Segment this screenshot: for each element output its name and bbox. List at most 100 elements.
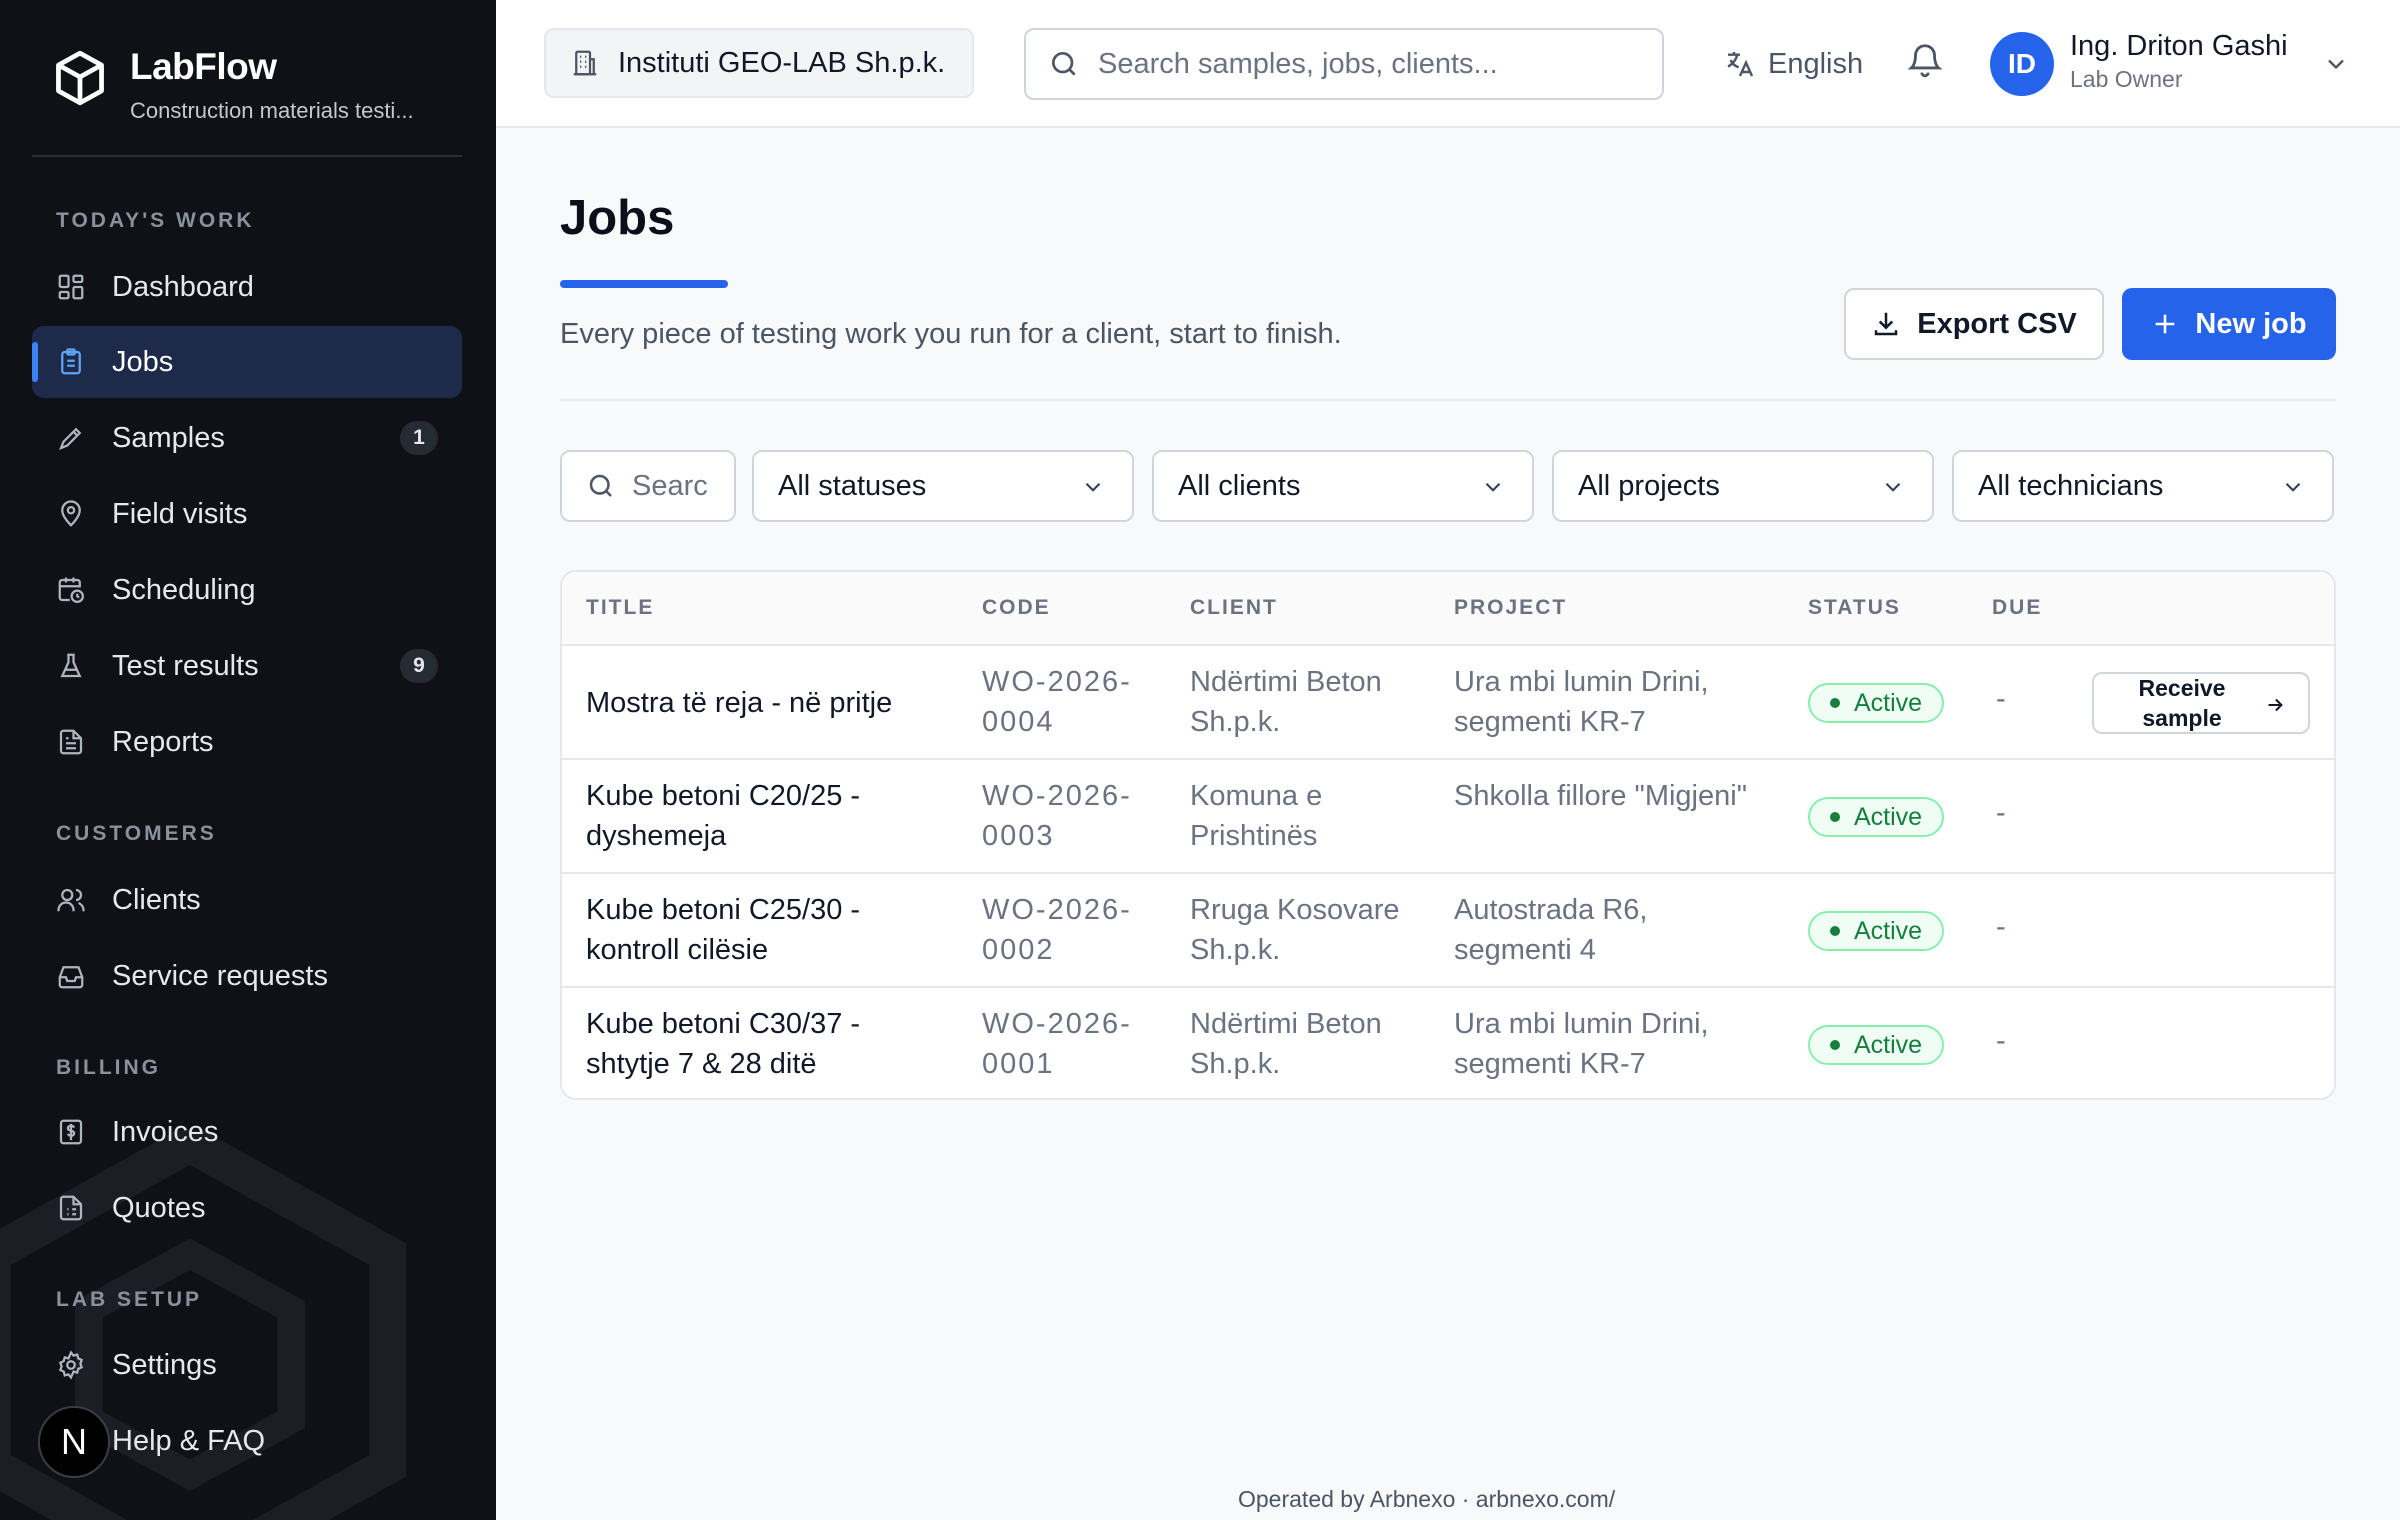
table-row[interactable]: Kube betoni C20/25 - dyshemeja WO-2026-0… xyxy=(562,760,2334,874)
sidebar-item-dashboard[interactable]: Dashboard xyxy=(32,251,462,323)
app-subtitle: Construction materials testi... xyxy=(130,98,414,123)
job-title[interactable]: Kube betoni C25/30 - kontroll cilësie xyxy=(586,890,926,970)
job-project: Ura mbi lumin Drini, segmenti KR-7 xyxy=(1454,1008,1709,1080)
language-label: English xyxy=(1768,47,1864,80)
user-role: Lab Owner xyxy=(2070,66,2183,92)
project-filter-value: All projects xyxy=(1578,469,1720,502)
status-text: Active xyxy=(1853,688,1923,717)
footer-credit[interactable]: Operated by Arbnexo · arbnexo.com/ xyxy=(1238,1486,1615,1513)
job-client: Ndërtimi Beton Sh.p.k. xyxy=(1190,1008,1382,1080)
translate-icon xyxy=(1724,48,1756,80)
new-job-label: New job xyxy=(2195,307,2307,340)
sidebar: LabFlow Construction materials testi... … xyxy=(0,0,496,1520)
job-client: Ndërtimi Beton Sh.p.k. xyxy=(1190,666,1382,738)
status-filter-select[interactable]: All statuses xyxy=(752,450,1134,522)
client-filter-select[interactable]: All clients xyxy=(1152,450,1534,522)
search-icon xyxy=(586,471,616,501)
page-subtitle: Every piece of testing work you run for … xyxy=(560,318,1342,350)
divider xyxy=(560,399,2336,401)
sidebar-item-label: Samples xyxy=(112,421,225,454)
job-code: WO-2026-0004 xyxy=(982,666,1132,738)
section-lab-setup: LAB SETUP xyxy=(56,1288,203,1311)
column-header-client[interactable]: CLIENT xyxy=(1190,596,1278,620)
job-due: - xyxy=(1996,1025,2006,1057)
arrow-right-icon xyxy=(2264,694,2286,716)
status-dot-icon xyxy=(1829,1040,1840,1050)
job-project: Autostrada R6, segmenti 4 xyxy=(1454,894,1648,966)
plus-icon xyxy=(2151,310,2179,338)
technician-filter-select[interactable]: All technicians xyxy=(1952,450,2334,522)
project-filter-select[interactable]: All projects xyxy=(1552,450,1934,522)
job-client: Komuna e Prishtinës xyxy=(1190,780,1323,852)
brand[interactable]: LabFlow Construction materials testi... xyxy=(54,46,414,124)
sidebar-item-scheduling[interactable]: Scheduling xyxy=(32,554,462,626)
column-header-status[interactable]: STATUS xyxy=(1808,596,1901,620)
table-row[interactable]: Kube betoni C25/30 - kontroll cilësie WO… xyxy=(562,874,2334,988)
job-client: Rruga Kosovare Sh.p.k. xyxy=(1190,894,1400,966)
user-name[interactable]: Ing. Driton Gashi xyxy=(2070,30,2288,63)
job-code: WO-2026-0001 xyxy=(982,1008,1132,1080)
invoice-icon xyxy=(56,1117,86,1147)
gear-icon xyxy=(56,1350,86,1380)
bell-icon[interactable] xyxy=(1906,40,1944,80)
job-title[interactable]: Kube betoni C20/25 - dyshemeja xyxy=(586,776,926,856)
chevron-down-icon xyxy=(2280,474,2306,500)
status-dot-icon xyxy=(1829,812,1840,822)
sidebar-item-field-visits[interactable]: Field visits xyxy=(32,478,462,550)
language-switcher[interactable]: English xyxy=(1724,40,1863,88)
status-badge: Active xyxy=(1808,683,1944,723)
app-name: LabFlow xyxy=(130,46,277,87)
title-underline xyxy=(560,280,728,288)
sidebar-item-label: Service requests xyxy=(112,959,328,992)
dev-tools-avatar[interactable]: N xyxy=(38,1406,110,1478)
table-row[interactable]: Mostra të reja - në pritje WO-2026-0004 … xyxy=(562,646,2334,760)
receive-sample-label: Receive sample xyxy=(2138,675,2226,731)
job-title[interactable]: Mostra të reja - në pritje xyxy=(586,683,926,723)
sidebar-item-settings[interactable]: Settings xyxy=(32,1329,462,1401)
user-avatar[interactable]: ID xyxy=(1990,32,2054,96)
sidebar-item-label: Help & FAQ xyxy=(112,1424,266,1457)
job-title[interactable]: Kube betoni C30/37 - shtytje 7 & 28 ditë xyxy=(586,1004,926,1084)
sidebar-item-invoices[interactable]: Invoices xyxy=(32,1096,462,1168)
pipette-icon xyxy=(56,423,86,453)
receive-sample-button[interactable]: Receive sample xyxy=(2092,672,2310,734)
job-due: - xyxy=(1996,683,2006,715)
chevron-down-icon xyxy=(1480,474,1506,500)
organization-selector[interactable]: Instituti GEO-LAB Sh.p.k. xyxy=(544,28,974,98)
sidebar-item-label: Settings xyxy=(112,1348,217,1381)
test-results-count-badge: 9 xyxy=(400,649,438,683)
search-icon xyxy=(1048,48,1080,80)
sidebar-item-label: Field visits xyxy=(112,497,248,530)
column-header-project[interactable]: PROJECT xyxy=(1454,596,1567,620)
chevron-down-icon[interactable] xyxy=(2322,50,2350,78)
sidebar-item-test-results[interactable]: Test results 9 xyxy=(32,630,462,702)
file-text-icon xyxy=(56,727,86,757)
sidebar-item-service-requests[interactable]: Service requests xyxy=(32,940,462,1012)
sidebar-item-jobs[interactable]: Jobs xyxy=(32,326,462,398)
column-header-title[interactable]: TITLE xyxy=(586,596,654,620)
global-search-input[interactable]: Search samples, jobs, clients... xyxy=(1024,28,1664,100)
jobs-search-placeholder: Searc xyxy=(632,469,708,502)
map-pin-icon xyxy=(56,499,86,529)
divider xyxy=(32,155,462,157)
organization-name: Instituti GEO-LAB Sh.p.k. xyxy=(618,46,946,79)
sidebar-item-quotes[interactable]: Quotes xyxy=(32,1172,462,1244)
users-icon xyxy=(56,885,86,915)
jobs-search-input[interactable]: Searc xyxy=(560,450,736,522)
new-job-button[interactable]: New job xyxy=(2122,288,2336,360)
sidebar-item-reports[interactable]: Reports xyxy=(32,706,462,778)
export-csv-button[interactable]: Export CSV xyxy=(1844,288,2104,360)
table-row[interactable]: Kube betoni C30/37 - shtytje 7 & 28 ditë… xyxy=(562,988,2334,1098)
building-icon xyxy=(570,48,600,78)
column-header-code[interactable]: CODE xyxy=(982,596,1051,620)
status-filter-value: All statuses xyxy=(778,469,927,502)
job-due: - xyxy=(1996,911,2006,943)
sidebar-item-samples[interactable]: Samples 1 xyxy=(32,402,462,474)
calendar-clock-icon xyxy=(56,575,86,605)
column-header-due[interactable]: DUE xyxy=(1992,596,2042,620)
status-text: Active xyxy=(1853,1030,1923,1059)
flask-icon xyxy=(56,651,86,681)
sidebar-item-label: Scheduling xyxy=(112,573,256,606)
status-badge: Active xyxy=(1808,1025,1944,1065)
sidebar-item-clients[interactable]: Clients xyxy=(32,864,462,936)
